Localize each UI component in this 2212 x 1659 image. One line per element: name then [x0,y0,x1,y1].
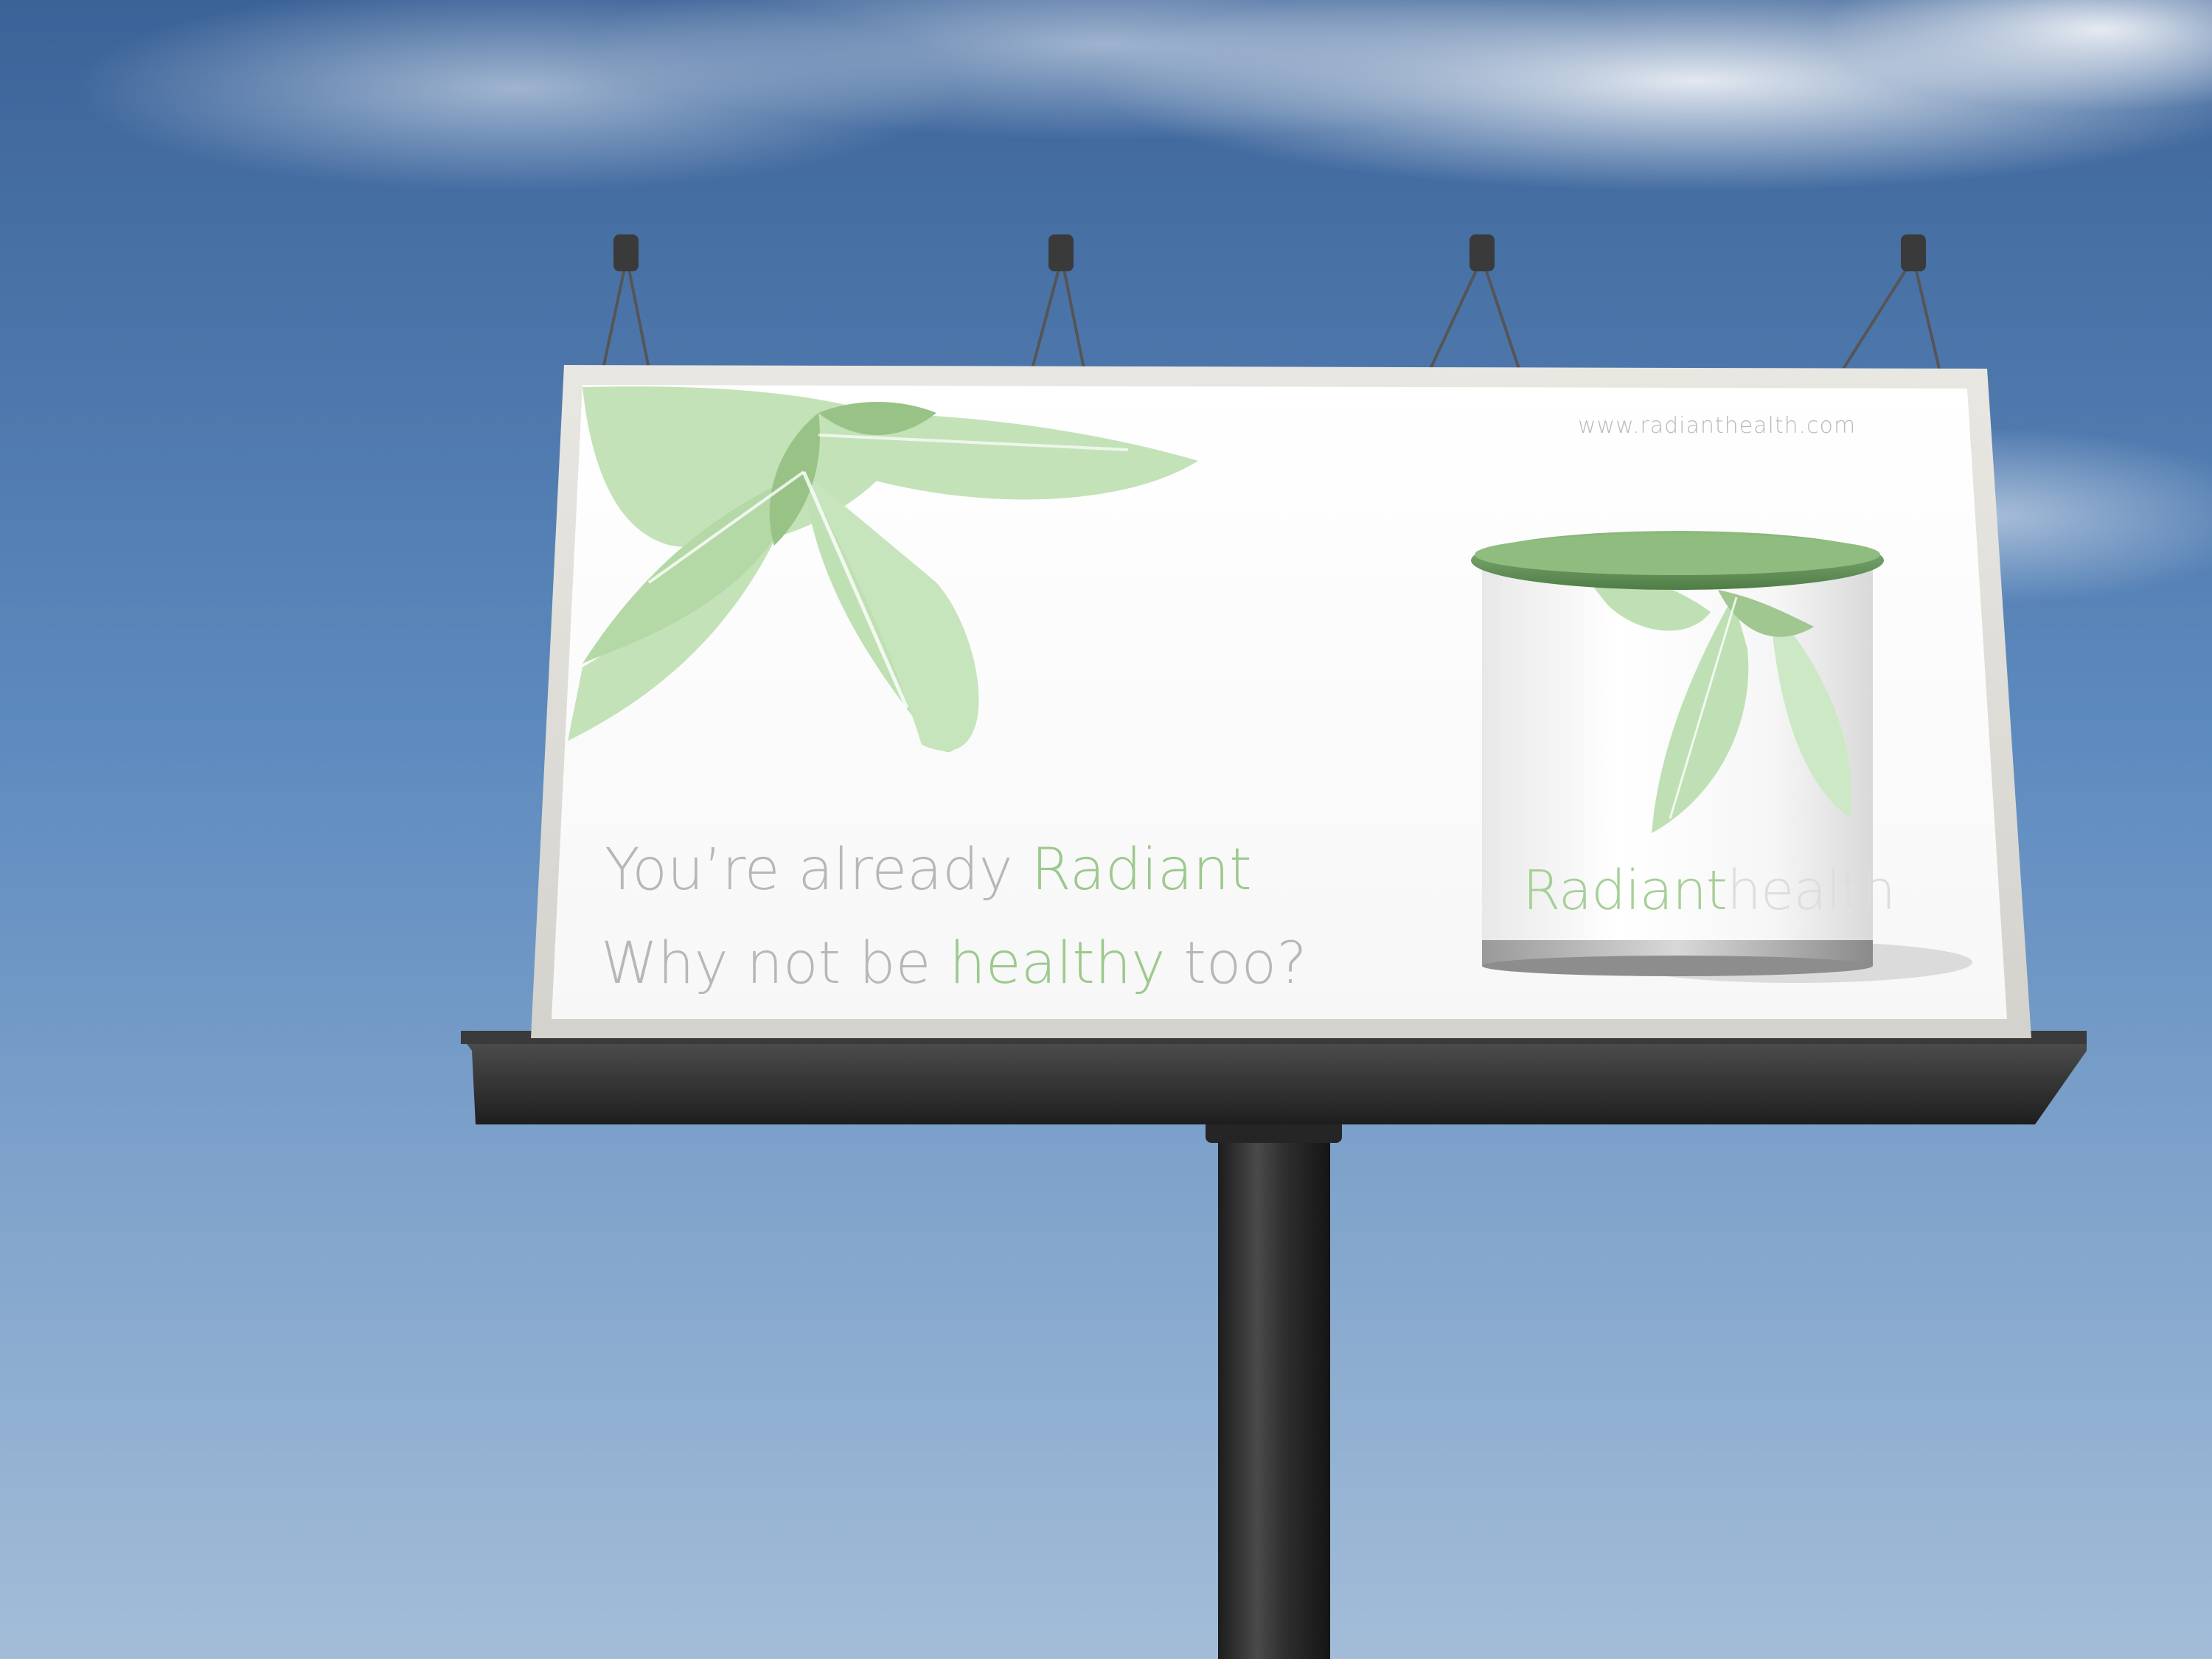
product-brand-label: Radianthealth [1523,859,1896,922]
headline-line-2-suffix: too? [1165,931,1307,997]
headline-line-1-prefix: You’re already [605,837,1032,903]
headline-line-2-prefix: Why not be [601,931,950,997]
billboard-ledge [461,1031,2087,1124]
headline-line-1: You’re already Radiant [605,837,1252,903]
headline-line-2: Why not be healthy too? [601,931,1307,997]
headline-highlight-healthy: healthy [949,931,1166,997]
billboard-pole [1206,1088,1342,1659]
brand-health: health [1726,859,1896,922]
headline-highlight-radiant: Radiant [1031,837,1252,903]
billboard-scene [0,0,2212,1659]
brand-radiant: Radiant [1523,859,1728,922]
website-url: www.radianthealth.com [1578,413,1857,439]
